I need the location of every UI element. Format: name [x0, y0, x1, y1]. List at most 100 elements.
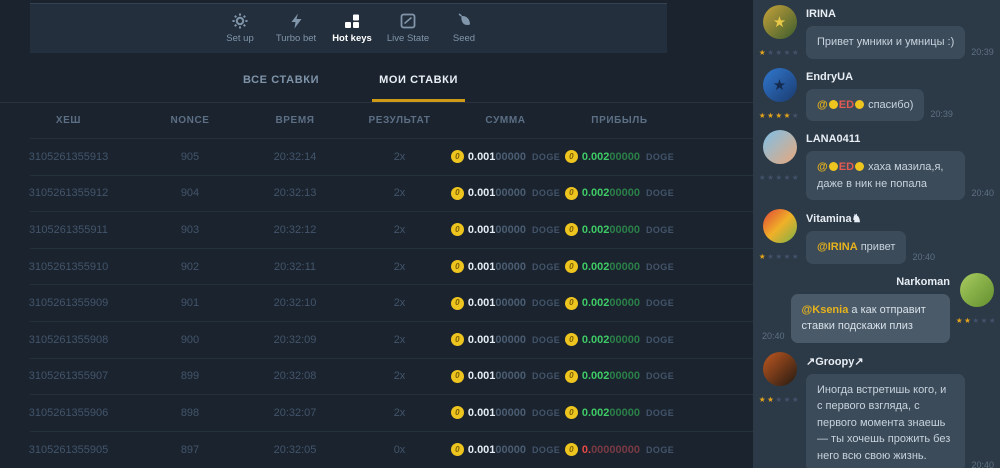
doge-coin-icon: 0 — [451, 333, 464, 346]
toolbar-item-label: Seed — [453, 33, 475, 44]
user-avatar[interactable] — [763, 352, 797, 386]
gear-icon — [232, 13, 248, 29]
chat-message: ★★★★★ Narkoman @Ksenia а как отправит ст… — [762, 273, 994, 343]
currency-label: DOGE — [532, 225, 560, 235]
table-row[interactable]: 3105261355913 905 20:32:14 2x 0 0.001000… — [0, 139, 680, 175]
user-rating-stars: ★★★★★ — [759, 395, 800, 404]
currency-label: DOGE — [532, 445, 560, 455]
currency-label: DOGE — [532, 298, 560, 308]
doge-coin-icon: 0 — [565, 370, 578, 383]
column-header-hash: ХЕШ — [0, 115, 137, 126]
currency-label: DOGE — [646, 225, 674, 235]
chat-user-meta: ★★★★★ — [762, 209, 797, 264]
chat-bubble-row: @IRINA привет 20:40 — [806, 231, 994, 264]
chat-username[interactable]: IRINA — [806, 8, 994, 20]
chat-timestamp: 20:40 — [971, 460, 994, 468]
tab-all-bets[interactable]: ВСЕ СТАВКИ — [236, 74, 326, 102]
bet-result: 0x — [347, 444, 452, 456]
bet-amount: 0 0.00100000 DOGE — [452, 150, 559, 163]
bet-profit: 0 0.00200000 DOGE — [559, 370, 680, 383]
bet-amount: 0 0.00100000 DOGE — [452, 187, 559, 200]
tab-my-bets[interactable]: МОИ СТАВКИ — [372, 74, 465, 102]
toolbar-item-label: Live State — [387, 33, 429, 44]
toolbar-item-hot-keys[interactable]: Hot keys — [324, 13, 380, 44]
toolbar-panel: Set up Turbo bet Hot keys Live State — [30, 3, 667, 53]
bet-profit: 0 0.00000000 DOGE — [559, 443, 680, 456]
bet-time: 20:32:12 — [243, 224, 347, 236]
coin-icon — [829, 100, 838, 109]
user-avatar[interactable]: ★ — [763, 5, 797, 39]
chat-username[interactable]: LANA0411 — [806, 133, 994, 145]
doge-coin-icon: 0 — [451, 406, 464, 419]
chat-panel: ★ ★★★★★ IRINA Привет умники и умницы :) … — [753, 0, 1000, 468]
table-row[interactable]: 3105261355910 902 20:32:11 2x 0 0.001000… — [0, 249, 680, 285]
bet-profit: 0 0.00200000 DOGE — [559, 223, 680, 236]
message-text: ED — [839, 161, 854, 173]
message-text: привет — [858, 241, 896, 253]
message-text: ED — [839, 99, 854, 111]
star-icon: ★ — [792, 252, 800, 261]
chat-bubble: Иногда встретишь кого, и с первого взгля… — [806, 374, 965, 468]
user-avatar[interactable] — [960, 273, 994, 307]
table-row[interactable]: 3105261355909 901 20:32:10 2x 0 0.001000… — [0, 285, 680, 321]
star-icon: ★ — [784, 173, 792, 182]
chat-username[interactable]: Vitamina♞ — [806, 212, 994, 225]
currency-label: DOGE — [646, 298, 674, 308]
chat-bubble: @IRINA привет — [806, 231, 906, 264]
chat-bubble-row: Иногда встретишь кого, и с первого взгля… — [806, 374, 994, 468]
table-row[interactable]: 3105261355907 899 20:32:08 2x 0 0.001000… — [0, 359, 680, 395]
column-header-sum: СУММА — [452, 115, 559, 126]
table-row[interactable]: 3105261355906 898 20:32:07 2x 0 0.001000… — [0, 395, 680, 431]
profit-value: 0.00200000 — [582, 407, 640, 419]
message-text: спасибо) — [865, 99, 913, 111]
toolbar-item-turbo-bet[interactable]: Turbo bet — [268, 13, 324, 44]
toolbar-item-live-state[interactable]: Live State — [380, 13, 436, 44]
coin-icon — [855, 100, 864, 109]
chat-username[interactable]: ↗Groopy↗ — [806, 355, 994, 368]
profit-value: 0.00000000 — [582, 444, 640, 456]
column-header-result: РЕЗУЛЬТАТ — [347, 115, 452, 126]
star-icon: ★ — [981, 316, 989, 325]
table-row[interactable]: 3105261355908 900 20:32:09 2x 0 0.001000… — [0, 322, 680, 358]
chat-message-content: IRINA Привет умники и умницы :) 20:39 — [806, 5, 994, 59]
star-icon: ★ — [775, 48, 783, 57]
chat-username[interactable]: Narkoman — [762, 276, 950, 288]
bets-tabs: ВСЕ СТАВКИ МОИ СТАВКИ — [0, 55, 753, 103]
doge-coin-icon: 0 — [451, 150, 464, 163]
chat-bubble: Привет умники и умницы :) — [806, 26, 965, 59]
table-row[interactable]: 3105261355911 903 20:32:12 2x 0 0.001000… — [0, 212, 680, 248]
amount-value: 0.00100000 — [468, 407, 526, 419]
user-avatar[interactable] — [763, 209, 797, 243]
bet-amount: 0 0.00100000 DOGE — [452, 443, 559, 456]
bet-hash: 3105261355907 — [0, 370, 137, 382]
table-row[interactable]: 3105261355912 904 20:32:13 2x 0 0.001000… — [0, 176, 680, 212]
bet-profit: 0 0.00200000 DOGE — [559, 187, 680, 200]
bet-nonce: 903 — [137, 224, 243, 236]
toolbar-item-set-up[interactable]: Set up — [212, 13, 268, 44]
user-avatar[interactable] — [763, 130, 797, 164]
bet-hash: 3105261355910 — [0, 261, 137, 273]
chat-username[interactable]: EndryUA — [806, 71, 994, 83]
star-icon: ★ — [972, 316, 980, 325]
chat-message: ★★★★★ LANA0411 @ED хаха мазила,я, даже в… — [762, 130, 994, 200]
doge-coin-icon: 0 — [565, 223, 578, 236]
chat-bubble-row: @ED спасибо) 20:39 — [806, 89, 994, 122]
doge-coin-icon: 0 — [565, 150, 578, 163]
amount-value: 0.00100000 — [468, 444, 526, 456]
user-rating-stars: ★★★★★ — [759, 111, 800, 120]
bet-time: 20:32:05 — [243, 444, 347, 456]
user-mention: @IRINA — [817, 241, 858, 253]
doge-coin-icon: 0 — [565, 333, 578, 346]
chat-message-content: ↗Groopy↗ Иногда встретишь кого, и с перв… — [806, 352, 994, 468]
table-row[interactable]: 3105261355905 897 20:32:05 0x 0 0.001000… — [0, 432, 680, 468]
doge-coin-icon: 0 — [565, 260, 578, 273]
chat-timestamp: 20:40 — [762, 331, 785, 343]
user-avatar[interactable]: ★ — [763, 68, 797, 102]
currency-label: DOGE — [532, 408, 560, 418]
toolbar-item-seed[interactable]: Seed — [436, 13, 492, 44]
amount-value: 0.00100000 — [468, 334, 526, 346]
bet-time: 20:32:07 — [243, 407, 347, 419]
toolbar: Set up Turbo bet Hot keys Live State — [0, 0, 753, 55]
bet-hash: 3105261355913 — [0, 151, 137, 163]
user-rating-stars: ★★★★★ — [759, 252, 800, 261]
